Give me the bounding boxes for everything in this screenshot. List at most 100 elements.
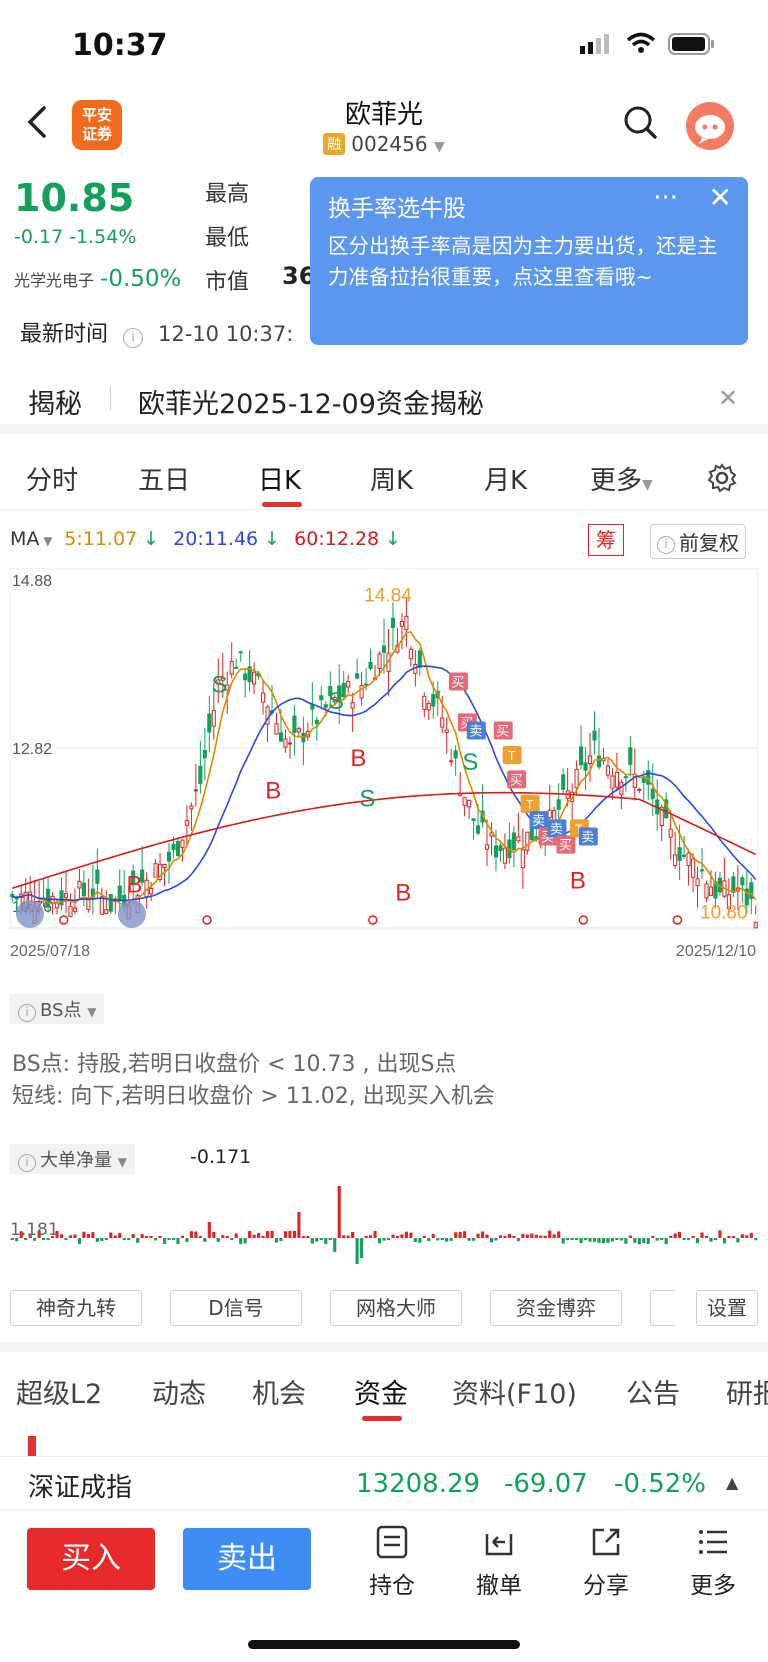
index-pct: -0.52% [614, 1469, 706, 1499]
candle-body [189, 805, 194, 810]
bigorder-bar [364, 1235, 368, 1238]
bigorder-bar [185, 1238, 189, 1242]
assistant-avatar[interactable] [686, 102, 734, 150]
menu-icon [699, 1530, 727, 1554]
bigorder-bar [579, 1238, 583, 1244]
candle-body [668, 828, 673, 838]
close-icon[interactable]: ✕ [718, 384, 738, 412]
candle-body [561, 774, 566, 790]
tab-news[interactable]: 动态 [152, 1372, 206, 1411]
bigorder-bar [315, 1238, 319, 1242]
index-ticker[interactable]: 深证成指 13208.29 -69.07 -0.52% ▲ [0, 1456, 768, 1510]
more-icon[interactable]: ··· [653, 183, 678, 213]
chevron-up-icon[interactable]: ▲ [726, 1473, 738, 1492]
event-marker [578, 915, 589, 925]
event-marker [368, 915, 378, 925]
ma-label[interactable]: MA [10, 528, 39, 550]
candle-body [605, 765, 611, 776]
bigorder-bar [592, 1238, 597, 1242]
tab-opportunity[interactable]: 机会 [252, 1372, 306, 1411]
ma5-value: 5:11.07 [64, 528, 138, 550]
trade-bar: 买入 卖出 持仓 撤单 分享 更多 [0, 1510, 768, 1662]
bigorder-bar [422, 1235, 426, 1238]
candle-body [274, 723, 279, 735]
bigorder-bar [418, 1238, 422, 1243]
bigorder-bar [454, 1232, 458, 1238]
chevron-down-icon: ▼ [433, 139, 445, 155]
sector-link[interactable]: 光学光电子 -0.50% [14, 266, 181, 292]
adjust-selector[interactable]: i 前复权 [650, 524, 746, 559]
search-icon[interactable] [622, 104, 658, 140]
buy-button[interactable]: 买入 [27, 1528, 155, 1590]
fund-secret-banner[interactable]: 揭秘 欧菲光2025-12-09资金揭秘 ✕ [0, 372, 768, 434]
tab-intraday[interactable]: 分时 [26, 460, 78, 497]
share-button[interactable]: 分享 [571, 1524, 641, 1600]
ma60-value: 60:12.28 [294, 528, 380, 550]
tab-monthly-k[interactable]: 月K [484, 460, 527, 497]
positions-label: 持仓 [369, 1573, 415, 1599]
tab-f10[interactable]: 资料(F10) [452, 1372, 577, 1411]
more-button[interactable]: 更多 [678, 1524, 748, 1600]
x-tick-label: 2025/12/10 [676, 943, 756, 960]
tab-more[interactable]: 更多▼ [590, 460, 653, 497]
sell-button[interactable]: 卖出 [183, 1528, 311, 1590]
turnover-tip-popup[interactable]: 换手率选牛股 ··· ✕ 区分出换手率高是因为主力要出货，还是主力准备拉抬很重要… [310, 177, 748, 345]
tab-super-l2[interactable]: 超级L2 [16, 1372, 102, 1411]
positions-icon [376, 1525, 408, 1559]
kline-chart[interactable]: 14.8812.8210.762025/07/182025/12/10BSBSB… [9, 567, 759, 968]
bigorder-bar [494, 1238, 498, 1241]
bigorder-bar [534, 1234, 538, 1238]
bigorder-bar [122, 1238, 126, 1240]
candle-body [547, 809, 552, 818]
grid-master-button[interactable]: 网格大师 [330, 1290, 462, 1326]
bigorder-bar [566, 1238, 570, 1240]
cancel-order-icon [485, 1534, 513, 1556]
tool-button-row: 神奇九转 D信号 网格大师 资金博弈 设置 [10, 1290, 758, 1326]
low-label: 最低 [205, 226, 250, 251]
bigorder-bar [234, 1233, 238, 1238]
high-label: 最高 [205, 182, 250, 207]
d-signal-button[interactable]: D信号 [170, 1290, 302, 1326]
tab-funds[interactable]: 资金 [354, 1372, 408, 1411]
tab-weekly-k[interactable]: 周K [370, 460, 413, 497]
settings-gear-icon[interactable] [706, 462, 738, 494]
info-icon[interactable]: i [123, 328, 144, 348]
tab-research[interactable]: 研报 [726, 1372, 768, 1411]
tab-daily-k[interactable]: 日K [258, 460, 301, 497]
section-marker [28, 1436, 36, 1458]
candle-body [323, 704, 328, 708]
candle-body [695, 878, 700, 887]
bs-selector[interactable]: i BS点 ▼ [10, 994, 105, 1024]
bigorder-bar [176, 1238, 180, 1244]
bigorder-selector[interactable]: i 大单净量 ▼ [10, 1144, 135, 1174]
bigorder-bar [118, 1233, 122, 1238]
battery-icon [668, 33, 714, 55]
candle-body [449, 760, 454, 763]
candle-body [444, 729, 449, 734]
close-icon[interactable]: ✕ [709, 181, 732, 214]
candle-body [346, 680, 351, 688]
candle-body [180, 839, 185, 848]
cancel-order-button[interactable]: 撤单 [464, 1524, 534, 1600]
partial-button[interactable] [650, 1290, 676, 1326]
candle-body [677, 847, 682, 861]
more-label: 更多 [690, 1573, 736, 1599]
bigorder-bar [583, 1238, 588, 1241]
bigorder-bar [718, 1230, 722, 1238]
tab-five-day[interactable]: 五日 [138, 460, 190, 497]
bigorder-bar [476, 1233, 480, 1238]
bigorder-bar [167, 1238, 171, 1240]
magic-nine-button[interactable]: 神奇九转 [10, 1290, 142, 1326]
high-price-label: 14.84 [364, 585, 412, 606]
trade-tag-label: 买 [510, 772, 523, 787]
settings-button[interactable]: 设置 [696, 1290, 758, 1326]
tab-announcement[interactable]: 公告 [626, 1372, 680, 1411]
positions-button[interactable]: 持仓 [357, 1524, 427, 1600]
bigorder-bar [736, 1238, 740, 1243]
signal-label: S [462, 749, 478, 776]
bs-line-2: 短线: 向下,若明日收盘价 > 11.02, 出现买入机会 [12, 1084, 495, 1109]
candle-body [175, 841, 181, 856]
chip-button[interactable]: 筹 [588, 524, 624, 556]
fund-game-button[interactable]: 资金博弈 [490, 1290, 622, 1326]
candle-body [579, 746, 584, 766]
